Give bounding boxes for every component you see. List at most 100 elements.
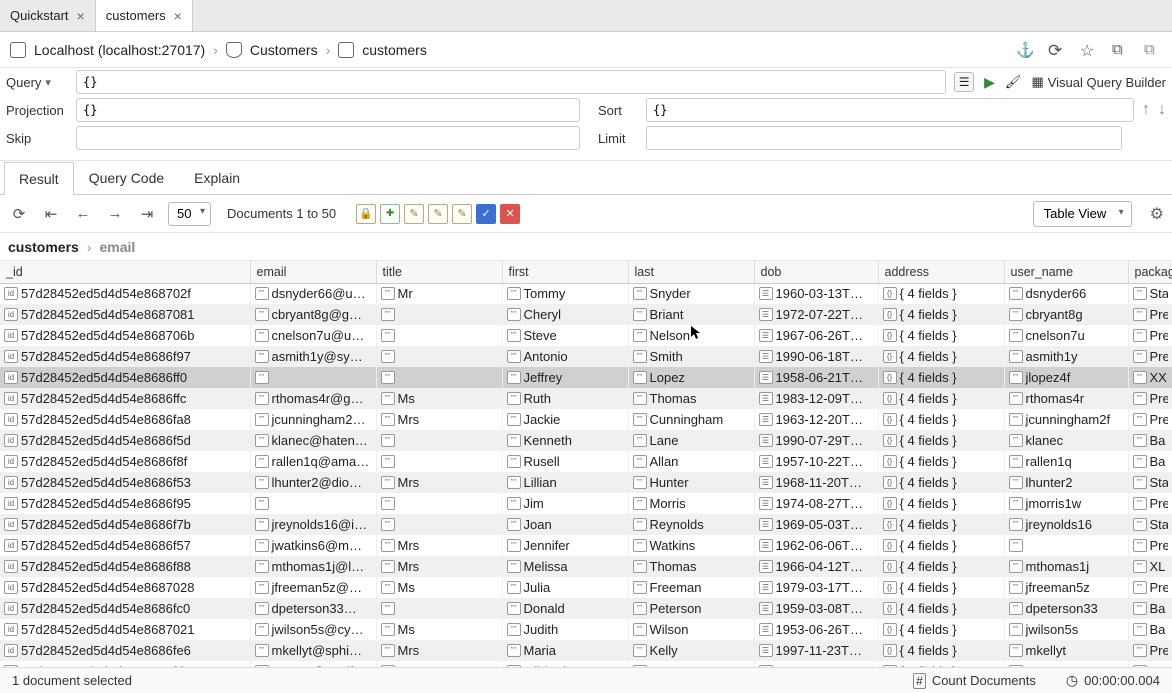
- close-icon[interactable]: ×: [77, 8, 85, 24]
- col-id[interactable]: _id: [0, 261, 250, 283]
- collection-icon: [338, 42, 354, 58]
- table-row[interactable]: id57d28452ed5d4d54e8686f8frallen1q@ama…R…: [0, 451, 1172, 472]
- path-collection[interactable]: customers: [8, 239, 79, 255]
- limit-label: Limit: [598, 131, 638, 146]
- tab-customers[interactable]: customers ×: [96, 0, 193, 31]
- last-page-button[interactable]: [136, 203, 158, 225]
- tab-quickstart[interactable]: Quickstart ×: [0, 0, 96, 31]
- result-toolbar: 50 Documents 1 to 50 Table View: [0, 195, 1172, 233]
- grid-icon: ▦: [1031, 74, 1043, 90]
- table-row[interactable]: id57d28452ed5d4d54e8686ff0JeffreyLopez19…: [0, 367, 1172, 388]
- edit-button[interactable]: [404, 204, 424, 224]
- col-first[interactable]: first: [502, 261, 628, 283]
- edit-field-button[interactable]: [428, 204, 448, 224]
- table-row[interactable]: id57d28452ed5d4d54e8686ffcrthomas4r@g…Ms…: [0, 388, 1172, 409]
- chevron-down-icon[interactable]: ▾: [45, 76, 51, 89]
- host-icon: [10, 42, 26, 58]
- sort-label: Sort: [598, 103, 638, 118]
- col-dob[interactable]: dob: [754, 261, 878, 283]
- table-row[interactable]: id57d28452ed5d4d54e8686fc0dpeterson33…Do…: [0, 598, 1172, 619]
- next-page-button[interactable]: [104, 203, 126, 225]
- delete-button[interactable]: [500, 204, 520, 224]
- col-package[interactable]: package: [1128, 261, 1172, 283]
- database-icon: [226, 42, 242, 58]
- page-size-select[interactable]: 50: [168, 202, 211, 226]
- hash-icon: [913, 673, 926, 688]
- chevron-right-icon: ›: [87, 239, 92, 255]
- add-document-button[interactable]: [380, 204, 400, 224]
- sort-input[interactable]: [646, 98, 1134, 122]
- chevron-right-icon: ›: [213, 42, 218, 58]
- query-area: Query ▾ ☰ ▶ 🖌 ▦ Visual Query Builder Pro…: [0, 68, 1172, 161]
- table-row[interactable]: id57d28452ed5d4d54e8686f97asmith1y@sy…An…: [0, 346, 1172, 367]
- run-query-button[interactable]: ▶: [984, 74, 995, 91]
- table-row[interactable]: id57d28452ed5d4d54e8687028jfreeman5z@…Ms…: [0, 577, 1172, 598]
- table-row[interactable]: id57d28452ed5d4d54e8687081cbryant8g@g…Ch…: [0, 304, 1172, 325]
- favorite-icon[interactable]: [1080, 41, 1098, 59]
- sort-desc-button[interactable]: [1158, 101, 1166, 119]
- tab-query-code[interactable]: Query Code: [74, 161, 179, 194]
- tab-label: Quickstart: [10, 8, 69, 23]
- path-bar: customers › email: [0, 233, 1172, 261]
- table-row[interactable]: id57d28452ed5d4d54e8686f57jwatkins6@m…Mr…: [0, 535, 1172, 556]
- table-row[interactable]: id57d28452ed5d4d54e868706bcnelson7u@u…St…: [0, 325, 1172, 346]
- projection-input[interactable]: [76, 98, 580, 122]
- table-row[interactable]: id57d28452ed5d4d54e8686f95JimMorris1974-…: [0, 493, 1172, 514]
- query-input[interactable]: [76, 70, 946, 94]
- settings-button[interactable]: [1150, 204, 1164, 224]
- view-mode-select[interactable]: Table View: [1033, 201, 1132, 227]
- breadcrumb: Localhost (localhost:27017) › Customers …: [10, 42, 427, 58]
- edit-value-button[interactable]: [452, 204, 472, 224]
- table-row[interactable]: id57d28452ed5d4d54e8686f5dklanec@haten…K…: [0, 430, 1172, 451]
- status-selection: 1 document selected: [12, 673, 913, 688]
- clock-icon: [1066, 672, 1078, 689]
- table-row[interactable]: id57d28452ed5d4d54e8686f88mthomas1j@l…Mr…: [0, 556, 1172, 577]
- table-row[interactable]: id57d28452ed5d4d54e868702fdsnyder66@u…Mr…: [0, 283, 1172, 304]
- data-grid: _id email title first last dob address u…: [0, 261, 1172, 670]
- tab-bar: Quickstart × customers ×: [0, 0, 1172, 32]
- elapsed-value: 00:00:00.004: [1084, 673, 1160, 688]
- confirm-button[interactable]: [476, 204, 496, 224]
- anchor-icon[interactable]: [1016, 41, 1034, 59]
- data-table[interactable]: _id email title first last dob address u…: [0, 261, 1172, 670]
- table-row[interactable]: id57d28452ed5d4d54e8686fa8jcunningham2…M…: [0, 409, 1172, 430]
- skip-label: Skip: [6, 131, 68, 146]
- query-label: Query ▾: [6, 75, 68, 90]
- col-title[interactable]: title: [376, 261, 502, 283]
- col-address[interactable]: address: [878, 261, 1004, 283]
- lock-button[interactable]: [356, 204, 376, 224]
- col-user-name[interactable]: user_name: [1004, 261, 1128, 283]
- close-icon[interactable]: ×: [174, 8, 182, 24]
- first-page-button[interactable]: [40, 203, 62, 225]
- format-button[interactable]: 🖌: [1005, 74, 1022, 90]
- sort-asc-button[interactable]: [1142, 101, 1150, 119]
- status-bar: 1 document selected Count Documents 00:0…: [0, 667, 1172, 693]
- tab-result[interactable]: Result: [4, 162, 74, 195]
- breadcrumb-row: Localhost (localhost:27017) › Customers …: [0, 32, 1172, 68]
- document-range: Documents 1 to 50: [227, 206, 336, 221]
- table-header-row: _id email title first last dob address u…: [0, 261, 1172, 283]
- tab-explain[interactable]: Explain: [179, 161, 255, 194]
- skip-input[interactable]: [76, 126, 580, 150]
- table-row[interactable]: id57d28452ed5d4d54e8687021jwilson5s@cy…M…: [0, 619, 1172, 640]
- copy-icon[interactable]: [1112, 41, 1130, 59]
- query-options-button[interactable]: ☰: [954, 72, 974, 92]
- breadcrumb-host[interactable]: Localhost (localhost:27017): [34, 42, 205, 58]
- path-field[interactable]: email: [99, 239, 135, 255]
- table-row[interactable]: id57d28452ed5d4d54e8686fe6mkellyt@sphi…M…: [0, 640, 1172, 661]
- table-row[interactable]: id57d28452ed5d4d54e8686f53lhunter2@dio…M…: [0, 472, 1172, 493]
- prev-page-button[interactable]: [72, 203, 94, 225]
- table-row[interactable]: id57d28452ed5d4d54e8686f7bjreynolds16@i……: [0, 514, 1172, 535]
- visual-query-builder-button[interactable]: ▦ Visual Query Builder: [1031, 74, 1166, 90]
- breadcrumb-database[interactable]: Customers: [250, 42, 318, 58]
- count-documents-button[interactable]: Count Documents: [913, 673, 1036, 688]
- refresh-button[interactable]: [8, 203, 30, 225]
- history-icon[interactable]: [1048, 41, 1066, 59]
- limit-input[interactable]: [646, 126, 1122, 150]
- col-email[interactable]: email: [250, 261, 376, 283]
- col-last[interactable]: last: [628, 261, 754, 283]
- query-label-text: Query: [6, 75, 41, 90]
- breadcrumb-collection[interactable]: customers: [362, 42, 427, 58]
- tab-label: customers: [106, 8, 166, 23]
- duplicate-icon[interactable]: [1144, 41, 1162, 59]
